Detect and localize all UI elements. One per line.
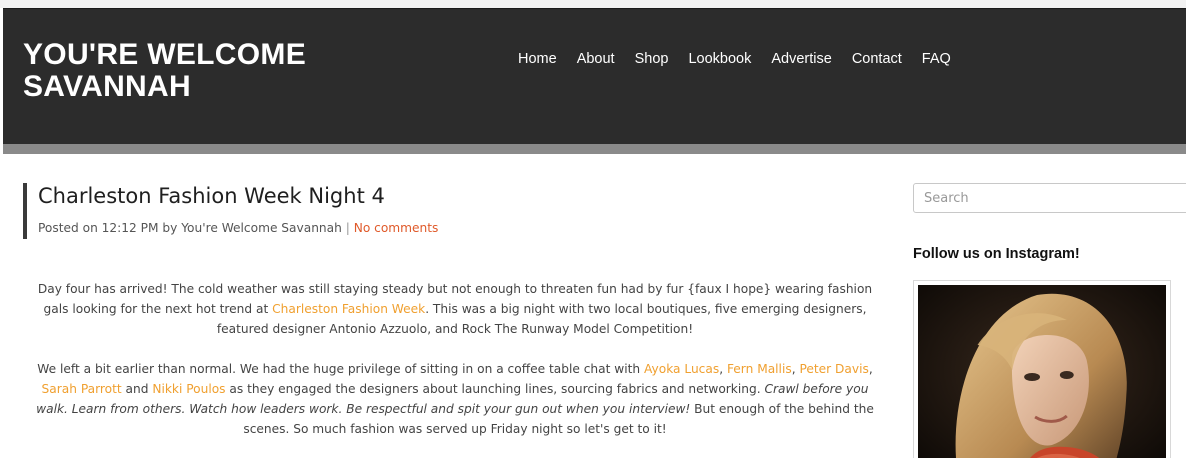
instagram-photo[interactable] [918, 285, 1166, 458]
p2-comma-3: , [868, 362, 873, 376]
post-meta-text: Posted on 12:12 PM by You're Welcome Sav… [38, 221, 342, 235]
page: YOU'RE WELCOME SAVANNAH Home About Shop … [0, 0, 1186, 458]
nav-lookbook[interactable]: Lookbook [678, 49, 761, 69]
instagram-widget-title: Follow us on Instagram! [913, 246, 1080, 262]
p2-and: and [121, 382, 153, 396]
header-divider [3, 144, 1186, 154]
link-sarah-parrott[interactable]: Sarah Parrott [42, 382, 122, 396]
p2-comma-1: , [719, 362, 727, 376]
post-header: Charleston Fashion Week Night 4 Posted o… [23, 183, 883, 239]
top-strip [0, 0, 1186, 8]
p2-text-1: We left a bit earlier than normal. We ha… [37, 362, 645, 376]
post-title-accent [23, 183, 27, 239]
paragraph-1: Day four has arrived! The cold weather w… [24, 279, 886, 339]
site-title[interactable]: YOU'RE WELCOME SAVANNAH [23, 39, 363, 103]
search-input[interactable] [913, 183, 1186, 213]
post-body: Day four has arrived! The cold weather w… [24, 279, 886, 458]
main-nav: Home About Shop Lookbook Advertise Conta… [508, 49, 961, 69]
nav-about[interactable]: About [567, 49, 625, 69]
post-meta: Posted on 12:12 PM by You're Welcome Sav… [38, 221, 438, 235]
post-title[interactable]: Charleston Fashion Week Night 4 [38, 183, 385, 209]
link-fern-mallis[interactable]: Fern Mallis [727, 362, 792, 376]
post-meta-separator: | [345, 221, 350, 235]
paragraph-2: We left a bit earlier than normal. We ha… [24, 359, 886, 439]
site-header: YOU'RE WELCOME SAVANNAH Home About Shop … [3, 8, 1186, 145]
nav-faq[interactable]: FAQ [912, 49, 961, 69]
link-nikki-poulos[interactable]: Nikki Poulos [152, 382, 225, 396]
nav-advertise[interactable]: Advertise [761, 49, 841, 69]
instagram-photo-frame[interactable] [913, 280, 1171, 458]
link-ayoka-lucas[interactable]: Ayoka Lucas [644, 362, 719, 376]
nav-shop[interactable]: Shop [625, 49, 679, 69]
nav-home[interactable]: Home [508, 49, 567, 69]
p2-text-2: as they engaged the designers about laun… [225, 382, 765, 396]
nav-contact[interactable]: Contact [842, 49, 912, 69]
link-peter-davis[interactable]: Peter Davis [799, 362, 868, 376]
comments-link[interactable]: No comments [354, 221, 439, 235]
link-charleston-fashion-week[interactable]: Charleston Fashion Week [272, 302, 425, 316]
